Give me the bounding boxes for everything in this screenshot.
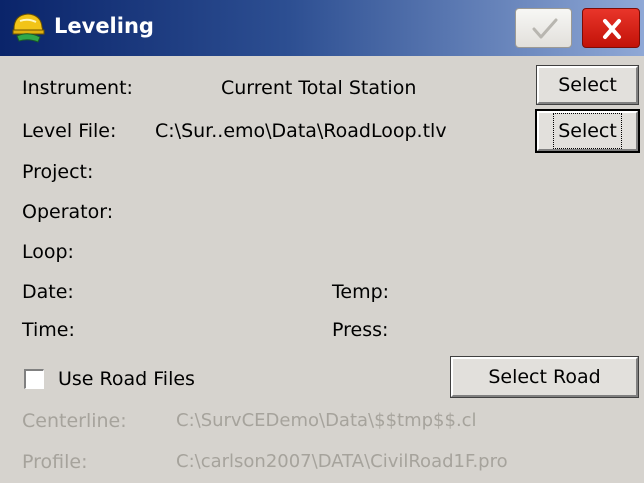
time-label: Time: bbox=[22, 319, 75, 341]
level-file-label: Level File: bbox=[22, 120, 117, 142]
press-label: Press: bbox=[332, 319, 389, 341]
title-bar: Leveling bbox=[0, 0, 644, 56]
level-file-value: C:\Sur..emo\Data\RoadLoop.tlv bbox=[155, 120, 447, 142]
window-title: Leveling bbox=[54, 14, 154, 38]
select-level-file-button[interactable]: Select bbox=[535, 109, 640, 153]
close-icon bbox=[603, 19, 621, 39]
centerline-label: Centerline: bbox=[22, 410, 127, 432]
instrument-value: Current Total Station bbox=[221, 77, 417, 99]
use-road-files-label[interactable]: Use Road Files bbox=[58, 368, 195, 390]
instrument-label: Instrument: bbox=[22, 77, 133, 99]
ok-button[interactable] bbox=[515, 8, 572, 48]
select-level-file-label: Select bbox=[553, 113, 622, 149]
profile-label: Profile: bbox=[22, 451, 88, 473]
project-label: Project: bbox=[22, 161, 94, 183]
leveling-dialog: Leveling Instrument: Current Total Stati… bbox=[0, 0, 644, 483]
date-label: Date: bbox=[22, 281, 74, 303]
operator-label: Operator: bbox=[22, 201, 114, 223]
close-button[interactable] bbox=[582, 8, 640, 48]
select-road-button[interactable]: Select Road bbox=[450, 356, 639, 398]
centerline-value: C:\SurvCEDemo\Data\$$tmp$$.cl bbox=[176, 410, 477, 431]
loop-label: Loop: bbox=[22, 241, 74, 263]
checkmark-icon bbox=[532, 18, 558, 39]
select-instrument-button[interactable]: Select bbox=[536, 65, 639, 105]
helmet-logo-icon bbox=[12, 13, 45, 43]
profile-value: C:\carlson2007\DATA\CivilRoad1F.pro bbox=[176, 451, 508, 472]
use-road-files-checkbox[interactable] bbox=[24, 369, 44, 389]
temp-label: Temp: bbox=[332, 281, 390, 303]
